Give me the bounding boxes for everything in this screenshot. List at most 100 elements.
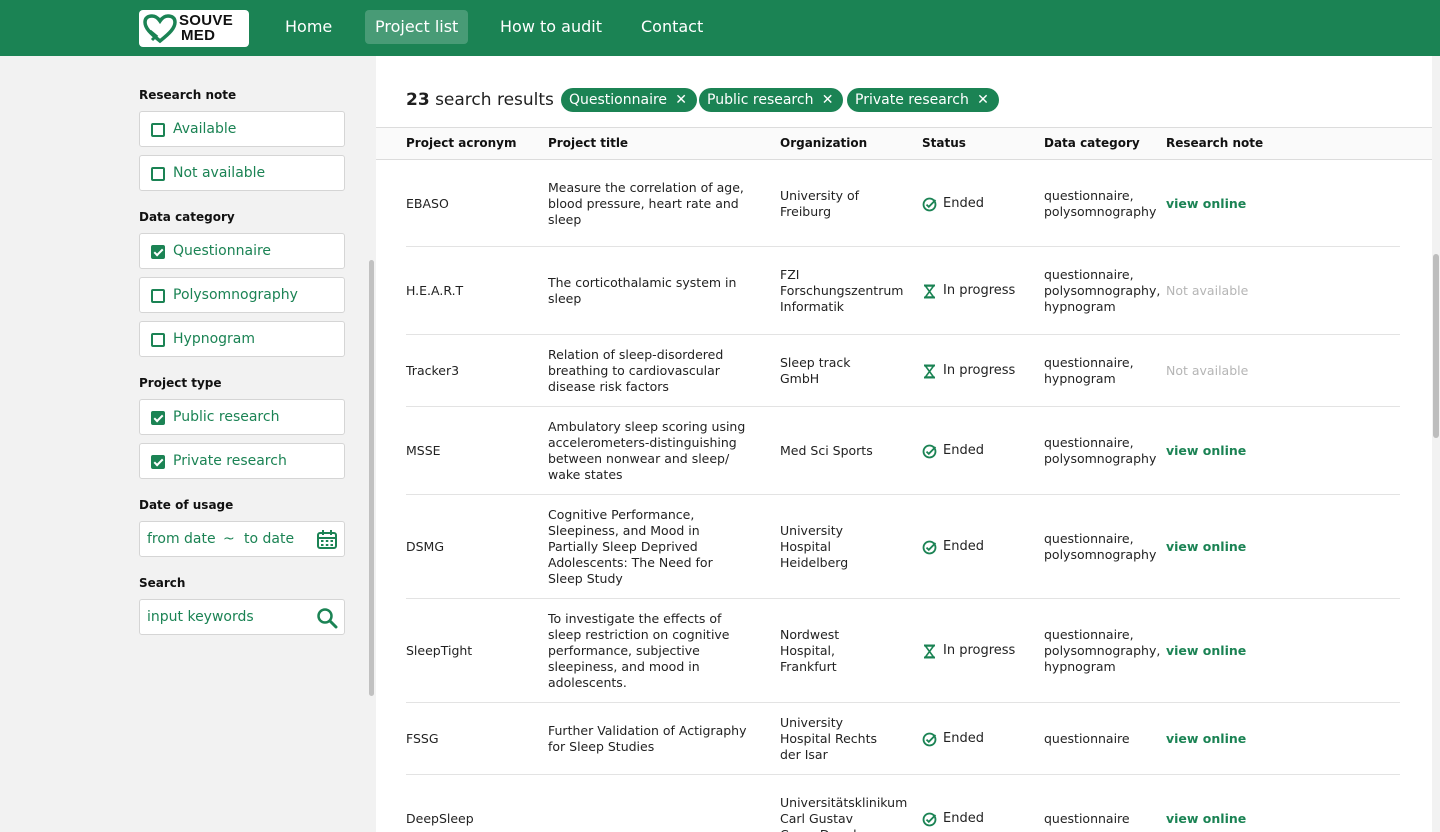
top-navigation-bar: SOUVE MED Home Project list How to audit… bbox=[0, 0, 1440, 56]
filter-option-label: Public research bbox=[173, 409, 280, 425]
filter-type-public-research[interactable]: Public research bbox=[139, 399, 345, 435]
checkbox[interactable] bbox=[151, 333, 165, 347]
filter-category-questionnaire[interactable]: Questionnaire bbox=[139, 233, 345, 269]
main-scrollbar[interactable] bbox=[1432, 56, 1440, 832]
to-date-input[interactable]: to date bbox=[244, 531, 294, 547]
checkbox[interactable] bbox=[151, 289, 165, 303]
hourglass-icon bbox=[922, 284, 937, 299]
view-online-link[interactable]: view online bbox=[1166, 811, 1286, 827]
filter-category-hypnogram[interactable]: Hypnogram bbox=[139, 321, 345, 357]
view-online-link[interactable]: view online bbox=[1166, 731, 1286, 747]
search-input[interactable]: input keywords bbox=[147, 609, 254, 625]
cell-organization: University Hospital Rechts der Isar bbox=[780, 715, 877, 762]
cell-data-category: questionnaire, polysomnography, hypnogra… bbox=[1044, 627, 1161, 674]
status-text: Ended bbox=[943, 196, 984, 211]
project-type-label: Project type bbox=[139, 376, 222, 390]
status-text: Ended bbox=[943, 811, 984, 826]
view-online-link[interactable]: view online bbox=[1166, 539, 1286, 555]
nav-how-to-audit[interactable]: How to audit bbox=[490, 10, 612, 44]
check-circle-icon bbox=[922, 444, 937, 459]
cell-data-category: questionnaire, polysomnography bbox=[1044, 435, 1157, 466]
table-row[interactable]: EBASO Measure the correlation of age, blo… bbox=[406, 160, 1400, 247]
cell-acronym: FSSG bbox=[406, 731, 439, 746]
filter-research-available[interactable]: Available bbox=[139, 111, 345, 147]
checkbox-checked[interactable] bbox=[151, 455, 165, 469]
status-text: In progress bbox=[943, 643, 1016, 658]
nav-home[interactable]: Home bbox=[275, 10, 342, 44]
view-online-link[interactable]: view online bbox=[1166, 443, 1286, 459]
table-row[interactable]: H.E.A.R.T The corticothalamic system in s… bbox=[406, 247, 1400, 335]
cell-status: In progress bbox=[922, 363, 1032, 379]
souvemed-logo[interactable]: SOUVE MED bbox=[139, 10, 249, 47]
hourglass-icon bbox=[922, 364, 937, 379]
checkbox-checked[interactable] bbox=[151, 245, 165, 259]
table-row[interactable]: DeepSleep Universitätsklinikum Carl Gusta… bbox=[406, 775, 1400, 832]
cell-title: The corticothalamic system in sleep bbox=[548, 275, 737, 306]
status-text: In progress bbox=[943, 283, 1016, 298]
checkbox[interactable] bbox=[151, 123, 165, 137]
cell-title: Ambulatory sleep scoring using accelerom… bbox=[548, 419, 746, 482]
filter-chip-private-research[interactable]: Private research ✕ bbox=[847, 88, 999, 112]
table-row[interactable]: Tracker3 Relation of sleep-disordered bre… bbox=[406, 335, 1400, 407]
close-icon[interactable]: ✕ bbox=[675, 88, 687, 112]
column-header[interactable]: Data category bbox=[1044, 136, 1140, 150]
results-panel: 23 search results Questionnaire ✕ Public … bbox=[376, 56, 1432, 832]
cell-title: Further Validation of Actigraphy for Sle… bbox=[548, 723, 747, 754]
heart-logo-icon bbox=[143, 14, 177, 44]
view-online-link[interactable]: view online bbox=[1166, 196, 1286, 212]
cell-acronym: MSSE bbox=[406, 443, 441, 458]
checkbox-checked[interactable] bbox=[151, 411, 165, 425]
check-circle-icon bbox=[922, 197, 937, 212]
checkbox[interactable] bbox=[151, 167, 165, 181]
cell-status: Ended bbox=[922, 731, 1032, 747]
cell-organization: FZI Forschungszentrum Informatik bbox=[780, 267, 904, 314]
nav-contact[interactable]: Contact bbox=[631, 10, 713, 44]
table-header: Project acronym Project title Organizati… bbox=[376, 127, 1432, 160]
nav-project-list[interactable]: Project list bbox=[365, 10, 469, 44]
search-field[interactable]: input keywords bbox=[139, 599, 345, 635]
check-circle-icon bbox=[922, 732, 937, 747]
cell-data-category: questionnaire, polysomnography bbox=[1044, 188, 1157, 219]
column-header[interactable]: Project title bbox=[548, 136, 628, 150]
scrollbar-thumb[interactable] bbox=[1433, 254, 1439, 438]
date-separator: ~ bbox=[223, 531, 235, 547]
close-icon[interactable]: ✕ bbox=[977, 88, 989, 112]
filter-category-polysomnography[interactable]: Polysomnography bbox=[139, 277, 345, 313]
column-header[interactable]: Status bbox=[922, 136, 966, 150]
column-header[interactable]: Organization bbox=[780, 136, 867, 150]
cell-organization: University Hospital Heidelberg bbox=[780, 523, 849, 570]
date-range-picker[interactable]: from date ~ to date bbox=[139, 521, 345, 557]
cell-status: Ended bbox=[922, 443, 1032, 459]
sidebar-scrollbar[interactable] bbox=[369, 260, 374, 696]
calendar-icon[interactable] bbox=[316, 529, 338, 550]
cell-title: To investigate the effects of sleep rest… bbox=[548, 611, 730, 690]
column-header[interactable]: Project acronym bbox=[406, 136, 516, 150]
table-row[interactable]: MSSE Ambulatory sleep scoring using accel… bbox=[406, 407, 1400, 495]
table-row[interactable]: SleepTight To investigate the effects of … bbox=[406, 599, 1400, 703]
cell-data-category: questionnaire, polysomnography bbox=[1044, 531, 1157, 562]
logo-wordmark: SOUVE MED bbox=[179, 12, 234, 44]
cell-acronym: DeepSleep bbox=[406, 811, 474, 826]
close-icon[interactable]: ✕ bbox=[822, 88, 834, 112]
filter-type-private-research[interactable]: Private research bbox=[139, 443, 345, 479]
hourglass-icon bbox=[922, 644, 937, 659]
cell-acronym: H.E.A.R.T bbox=[406, 283, 464, 298]
view-online-link[interactable]: view online bbox=[1166, 643, 1286, 659]
column-header[interactable]: Research note bbox=[1166, 136, 1263, 150]
cell-organization: Med Sci Sports bbox=[780, 443, 873, 458]
from-date-input[interactable]: from date bbox=[147, 531, 216, 547]
research-note-label: Research note bbox=[139, 88, 237, 102]
filter-chip-questionnaire[interactable]: Questionnaire ✕ bbox=[561, 88, 698, 112]
check-circle-icon bbox=[922, 540, 937, 555]
date-of-usage-label: Date of usage bbox=[139, 498, 234, 512]
search-icon[interactable] bbox=[316, 607, 338, 629]
filter-research-not-available[interactable]: Not available bbox=[139, 155, 345, 191]
table-row[interactable]: DSMG Cognitive Performance, Sleepiness, a… bbox=[406, 495, 1400, 599]
cell-status: In progress bbox=[922, 283, 1032, 299]
cell-status: In progress bbox=[922, 643, 1032, 659]
cell-data-category: questionnaire bbox=[1044, 811, 1130, 826]
table-row[interactable]: FSSG Further Validation of Actigraphy for… bbox=[406, 703, 1400, 775]
filter-chip-public-research[interactable]: Public research ✕ bbox=[699, 88, 844, 112]
search-label: Search bbox=[139, 576, 186, 590]
cell-organization: University of Freiburg bbox=[780, 188, 860, 219]
